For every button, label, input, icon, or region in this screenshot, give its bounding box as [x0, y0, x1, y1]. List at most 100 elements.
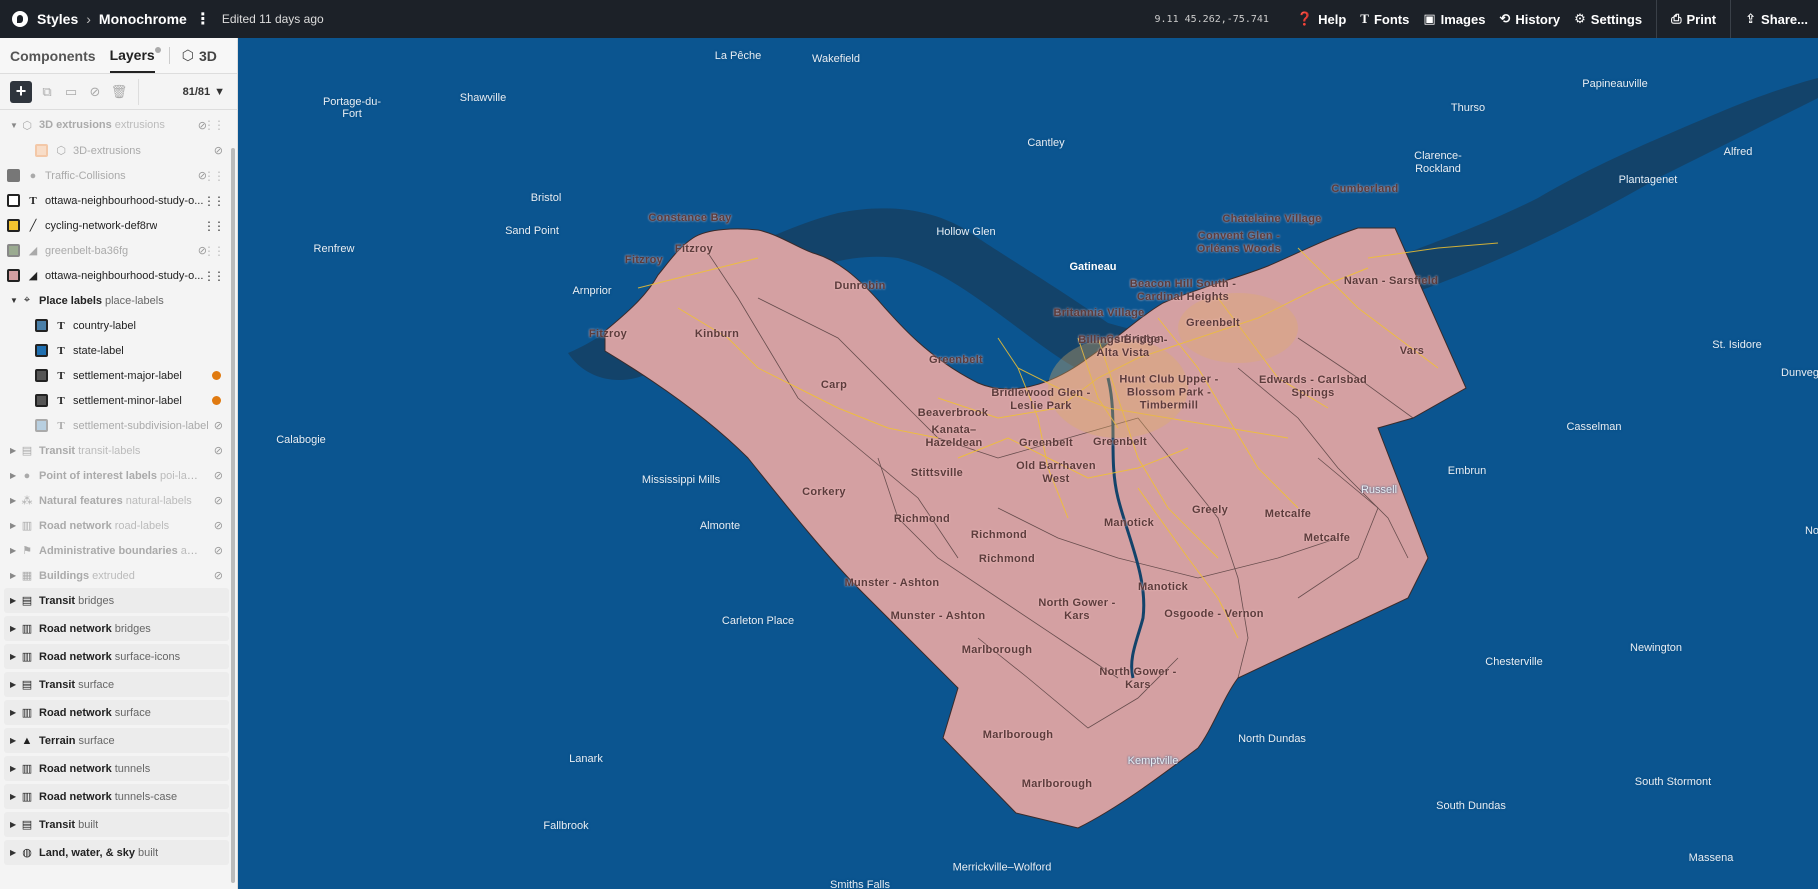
caret-right-icon[interactable]: ▶ [10, 596, 20, 605]
eye-hidden-icon[interactable]: ⊘ [214, 494, 223, 507]
style-menu-icon[interactable]: ⋮ [195, 9, 211, 29]
layer-state-label[interactable]: T state-label [4, 338, 229, 363]
neighbourhood-label: Stittsville [910, 467, 964, 479]
caret-right-icon[interactable]: ▶ [10, 764, 20, 773]
sidebar-scrollbar[interactable] [231, 148, 235, 883]
caret-down-icon[interactable]: ▼ [10, 296, 20, 305]
style-name[interactable]: Monochrome [99, 11, 187, 27]
divider [1656, 0, 1658, 38]
caret-right-icon[interactable]: ▶ [10, 496, 20, 505]
layer-group-road-labels[interactable]: ▶ ▥ Road network road-labels ⊘ [4, 513, 229, 538]
caret-right-icon[interactable]: ▶ [10, 446, 20, 455]
drag-handle-icon[interactable]: ⋮⋮ [203, 194, 225, 208]
divider [1730, 0, 1732, 38]
layer-group-poi-labels[interactable]: ▶ ● Point of interest labels poi-lab... ⊘ [4, 463, 229, 488]
cube-icon: ⬡ [181, 47, 194, 63]
caret-right-icon[interactable]: ▶ [10, 708, 20, 717]
caret-right-icon[interactable]: ▶ [10, 652, 20, 661]
layer-group-land-water-sky[interactable]: ▶ ◍ Land, water, & sky built [4, 840, 229, 865]
layer-group-road-tunnels-case[interactable]: ▶ ▥ Road network tunnels-case [4, 784, 229, 809]
layer-settlement-major-label[interactable]: T settlement-major-label [4, 363, 229, 388]
map-canvas[interactable]: La Pêche Wakefield Shawville Portage-du-… [238, 38, 1818, 889]
eye-hidden-icon[interactable]: ⊘ [214, 144, 223, 157]
layer-greenbelt[interactable]: ◢ greenbelt-ba36fg ⊘ ⋮⋮ [4, 238, 229, 263]
folder-icon[interactable]: ▭ [62, 83, 80, 101]
tab-layers[interactable]: Layers [109, 39, 161, 73]
layer-group-3d-extrusions[interactable]: ▼ ⬡ 3D extrusions extrusions ⊘ ⋮⋮ [4, 112, 229, 138]
layer-3d-extrusions[interactable]: ⬡ 3D-extrusions ⊘ [4, 138, 229, 163]
layer-ottawa-neighbourhood-fill[interactable]: ◢ ottawa-neighbourhood-study-o... ⋮⋮ [4, 263, 229, 288]
layer-country-label[interactable]: T country-label [4, 313, 229, 338]
caret-right-icon[interactable]: ▶ [10, 571, 20, 580]
tab-components[interactable]: Components [10, 40, 96, 72]
layer-settlement-subdivision-label[interactable]: T settlement-subdivision-label ⊘ [4, 413, 229, 438]
duplicate-icon[interactable]: ⧉ [38, 83, 56, 101]
drag-handle-icon[interactable]: ⋮⋮ [203, 269, 225, 283]
caret-right-icon[interactable]: ▶ [10, 546, 20, 555]
neighbourhood-label: Greenbelt [1018, 437, 1074, 449]
eye-hidden-icon[interactable]: ⊘ [214, 469, 223, 482]
trash-icon[interactable]: 🗑 [110, 83, 128, 101]
settings-button[interactable]: ⚙ Settings [1574, 11, 1642, 27]
layer-group-transit-bridges[interactable]: ▶ ▤ Transit bridges [4, 588, 229, 613]
layer-group-terrain-surface[interactable]: ▶ ▲ Terrain surface [4, 728, 229, 753]
layer-settlement-minor-label[interactable]: T settlement-minor-label [4, 388, 229, 413]
caret-right-icon[interactable]: ▶ [10, 471, 20, 480]
layer-group-buildings[interactable]: ▶ ▦ Buildings extruded ⊘ [4, 563, 229, 588]
layer-group-admin-boundaries[interactable]: ▶ ⚑ Administrative boundariesad... ⊘ [4, 538, 229, 563]
print-button[interactable]: ⎙ Print [1671, 11, 1716, 27]
layer-name: Buildings [39, 569, 90, 582]
drag-handle-icon[interactable]: ⋮⋮ [203, 169, 225, 183]
layer-group-natural-labels[interactable]: ▶ ⁂ Natural features natural-labels ⊘ [4, 488, 229, 513]
caret-right-icon[interactable]: ▶ [10, 624, 20, 633]
neighbourhood-label: Osgoode - Vernon [1164, 608, 1264, 620]
topbar-actions: 9.11 45.262,-75.741 ❓ Help T Fonts ▣ Images… [1155, 0, 1808, 38]
neighbourhood-label: Metcalfe [1264, 508, 1312, 520]
layer-group-road-bridges[interactable]: ▶ ▥ Road network bridges [4, 616, 229, 641]
layer-name: Traffic-Collisions [45, 169, 126, 182]
help-button[interactable]: ❓ Help [1297, 11, 1346, 27]
layer-traffic-collisions[interactable]: ● Traffic-Collisions ⊘ ⋮⋮ [4, 163, 229, 188]
drag-handle-icon[interactable]: ⋮⋮ [203, 118, 225, 132]
neighbourhood-label: Richmond [970, 529, 1028, 541]
caret-right-icon[interactable]: ▶ [10, 736, 20, 745]
layer-sub: surface [78, 734, 115, 747]
drag-handle-icon[interactable]: ⋮⋮ [203, 219, 225, 233]
neighbourhood-label: Marlborough [1021, 778, 1093, 790]
eye-hidden-icon[interactable]: ⊘ [214, 444, 223, 457]
add-layer-button[interactable]: + [10, 80, 32, 103]
breadcrumb-styles[interactable]: Styles [37, 11, 78, 27]
layer-ottawa-neighbourhood-labels[interactable]: T ottawa-neighbourhood-study-o... ⋮⋮ [4, 188, 229, 213]
layer-name: Transit [39, 444, 76, 457]
eye-hidden-icon[interactable]: ⊘ [214, 519, 223, 532]
layer-cycling-network[interactable]: ╱ cycling-network-def8rw ⋮⋮ [4, 213, 229, 238]
layer-group-road-surface-icons[interactable]: ▶ ▥ Road network surface-icons [4, 644, 229, 669]
caret-right-icon[interactable]: ▶ [10, 680, 20, 689]
caret-right-icon[interactable]: ▶ [10, 820, 20, 829]
layer-group-transit-surface[interactable]: ▶ ▤ Transit surface [4, 672, 229, 697]
hide-icon[interactable]: ⊘ [86, 83, 104, 101]
layer-group-transit-built[interactable]: ▶ ▤ Transit built [4, 812, 229, 837]
caret-right-icon[interactable]: ▶ [10, 848, 20, 857]
history-button[interactable]: ⟲ History [1499, 11, 1560, 27]
images-button[interactable]: ▣ Images [1423, 11, 1485, 27]
eye-hidden-icon[interactable]: ⊘ [214, 569, 223, 582]
eye-hidden-icon[interactable]: ⊘ [214, 419, 223, 432]
eye-hidden-icon[interactable]: ⊘ [214, 544, 223, 557]
fonts-button[interactable]: T Fonts [1360, 11, 1409, 27]
drag-handle-icon[interactable]: ⋮⋮ [203, 244, 225, 258]
mapbox-logo-icon[interactable] [12, 11, 28, 27]
share-button[interactable]: ⇪ Share... [1745, 11, 1808, 27]
layer-group-road-tunnels[interactable]: ▶ ▥ Road network tunnels [4, 756, 229, 781]
transit-icon: ▤ [21, 679, 33, 691]
map-label: Lanark [569, 753, 603, 765]
tab-3d[interactable]: ⬡ 3D [168, 47, 217, 64]
layer-count[interactable]: 81/81 ▼ [183, 86, 225, 98]
caret-right-icon[interactable]: ▶ [10, 792, 20, 801]
layer-group-transit-labels[interactable]: ▶ ▤ Transit transit-labels ⊘ [4, 438, 229, 463]
caret-down-icon[interactable]: ▼ [10, 121, 20, 130]
caret-right-icon[interactable]: ▶ [10, 521, 20, 530]
layer-group-place-labels[interactable]: ▼ ⌖ Place labels place-labels [4, 288, 229, 313]
map-label: Calabogie [276, 434, 326, 446]
layer-group-road-surface[interactable]: ▶ ▥ Road network surface [4, 700, 229, 725]
